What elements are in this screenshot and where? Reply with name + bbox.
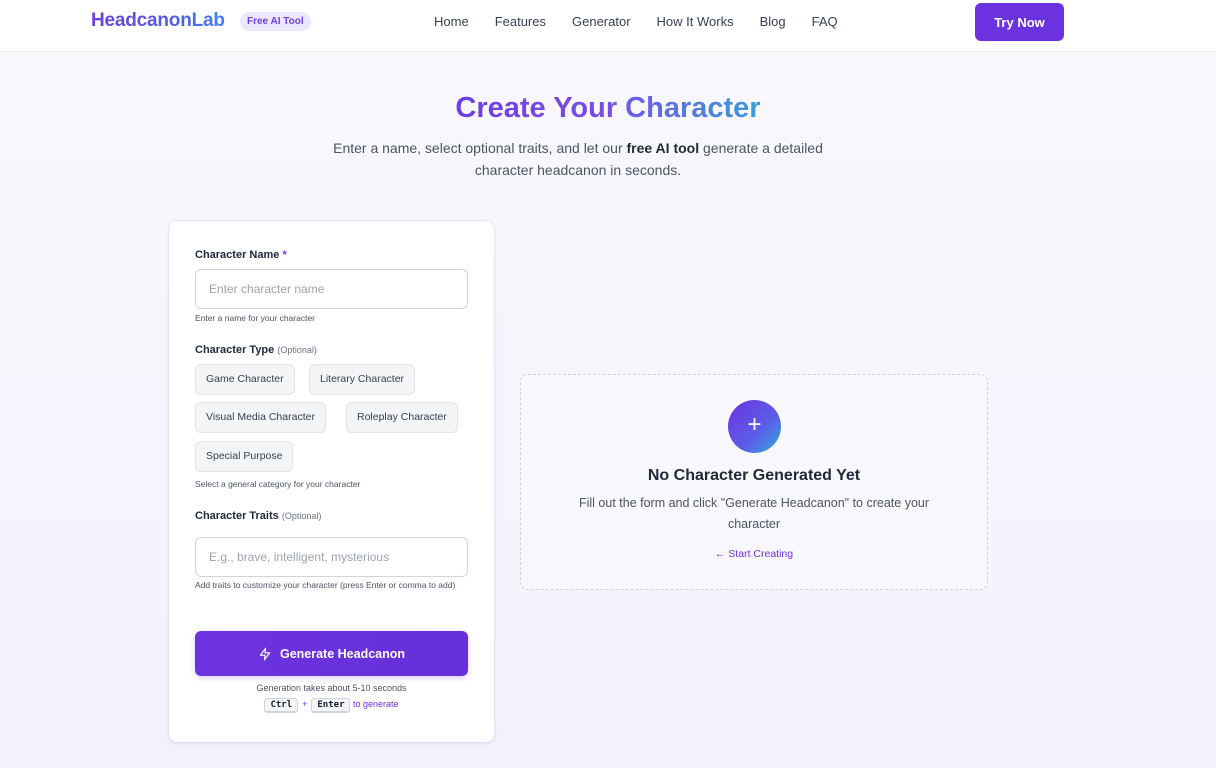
character-form-card: Character Name * Enter a name for your c… — [169, 221, 494, 742]
type-chip-literary[interactable]: Literary Character — [309, 364, 416, 395]
character-traits-label: Character Traits (Optional) — [195, 510, 322, 522]
generate-headcanon-button[interactable]: Generate Headcanon — [195, 631, 468, 676]
logo[interactable]: HeadcanonLab — [91, 10, 225, 32]
type-chip-visual-media[interactable]: Visual Media Character — [195, 402, 326, 433]
empty-state-description: Fill out the form and click "Generate He… — [578, 496, 930, 531]
subtitle-emphasis: free AI tool — [626, 140, 700, 156]
page-subtitle: Enter a name, select optional traits, an… — [333, 140, 823, 178]
start-creating-link[interactable]: ← Start Creating — [521, 548, 987, 560]
empty-state-title: No Character Generated Yet — [647, 467, 861, 484]
nav-features[interactable]: Features — [495, 14, 546, 29]
type-chip-roleplay[interactable]: Roleplay Character — [346, 402, 458, 433]
result-empty-state: + No Character Generated Yet Fill out th… — [520, 374, 988, 590]
nav-home[interactable]: Home — [434, 14, 469, 29]
generation-time-note: Generation takes about 5-10 seconds — [256, 683, 407, 693]
nav-blog[interactable]: Blog — [760, 14, 786, 29]
nav-how-it-works[interactable]: How It Works — [657, 14, 734, 29]
generate-button-label: Generate Headcanon — [279, 646, 406, 661]
main-nav: Home Features Generator How It Works Blo… — [434, 14, 838, 29]
character-name-label: Character Name * — [195, 249, 287, 261]
character-traits-hint: Add traits to customize your character (… — [195, 580, 456, 590]
ctrl-key: Ctrl — [264, 698, 299, 713]
free-tool-badge: Free AI Tool — [240, 12, 311, 31]
character-name-input[interactable] — [195, 269, 468, 309]
character-type-label: Character Type (Optional) — [195, 344, 317, 356]
character-name-hint: Enter a name for your character — [195, 313, 316, 323]
type-chip-special-purpose[interactable]: Special Purpose — [195, 441, 294, 472]
character-traits-input[interactable] — [195, 537, 468, 577]
enter-key: Enter — [311, 698, 351, 713]
nav-generator[interactable]: Generator — [572, 14, 631, 29]
character-type-hint: Select a general category for your chara… — [195, 479, 361, 489]
keyboard-shortcut-hint: Ctrl + Enter to generate — [169, 698, 494, 713]
type-chip-game[interactable]: Game Character — [195, 364, 295, 395]
site-header: HeadcanonLab Free AI Tool Home Features … — [0, 0, 1216, 52]
required-marker: * — [282, 249, 287, 261]
lightning-icon — [259, 647, 271, 660]
plus-icon: + — [728, 400, 781, 453]
page-title: Create Your Character — [455, 92, 761, 124]
try-now-button[interactable]: Try Now — [975, 3, 1064, 41]
nav-faq[interactable]: FAQ — [812, 14, 838, 29]
